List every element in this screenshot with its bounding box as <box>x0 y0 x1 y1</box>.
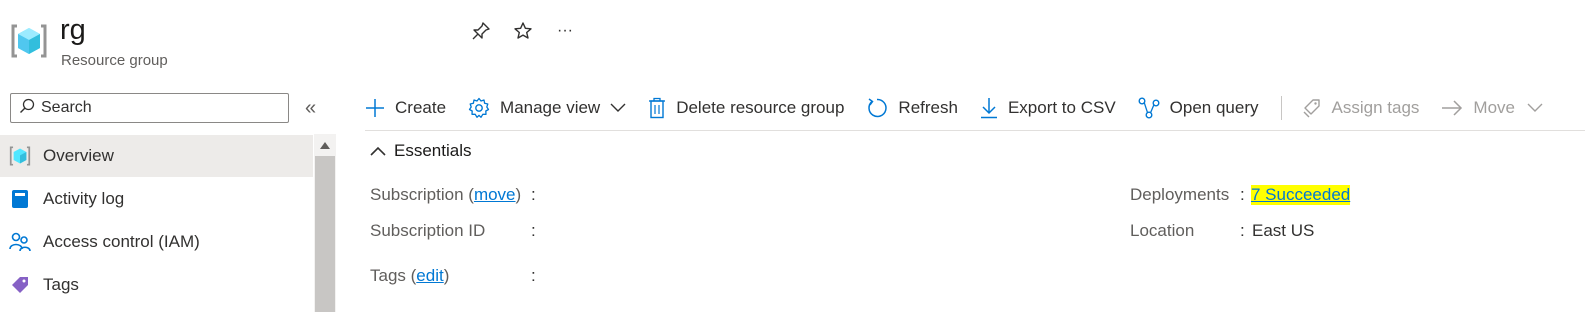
query-icon <box>1138 97 1160 119</box>
download-icon <box>980 98 997 119</box>
tag-outline-icon <box>1303 99 1320 118</box>
subscription-label: Subscription (move) <box>370 185 522 204</box>
manage-view-label: Manage view <box>500 98 601 117</box>
collapse-sidebar-button[interactable]: « <box>305 97 316 119</box>
sidebar-item-label: Tags <box>43 275 79 294</box>
page-title: rg <box>60 14 86 46</box>
search-box[interactable] <box>10 93 289 123</box>
star-icon[interactable] <box>510 18 536 44</box>
gear-icon <box>468 97 490 118</box>
open-query-button[interactable]: Open query <box>1138 97 1259 119</box>
export-label: Export to CSV <box>1007 98 1116 117</box>
activity-log-icon <box>9 188 31 210</box>
tags-colon: : <box>531 266 536 285</box>
delete-resource-group-button[interactable]: Delete resource group <box>648 97 844 119</box>
toolbar-divider <box>1280 96 1282 120</box>
resource-group-icon <box>10 22 48 60</box>
search-input[interactable] <box>41 99 271 117</box>
location-value: East US <box>1252 221 1315 240</box>
tag-icon <box>9 274 31 296</box>
move-button[interactable]: Move <box>1441 98 1543 118</box>
edit-tags-link[interactable]: edit <box>416 266 443 285</box>
assign-tags-button[interactable]: Assign tags <box>1302 97 1420 119</box>
command-bar: Create Manage view Delete resource group… <box>365 89 1565 127</box>
more-icon[interactable]: ··· <box>552 18 578 44</box>
location-colon: : <box>1240 221 1245 240</box>
chevron-down-icon <box>610 103 626 112</box>
move-label: Move <box>1473 98 1515 117</box>
chevron-down-icon <box>1527 103 1543 112</box>
refresh-button[interactable]: Refresh <box>866 97 958 119</box>
sidebar-item-label: Activity log <box>43 189 125 208</box>
create-label: Create <box>395 98 447 117</box>
plus-icon <box>366 99 384 117</box>
manage-view-button[interactable]: Manage view <box>468 97 626 119</box>
chevron-up-icon <box>370 146 386 156</box>
create-button[interactable]: Create <box>365 98 446 118</box>
refresh-label: Refresh <box>898 98 958 117</box>
refresh-icon <box>868 98 888 118</box>
open-query-label: Open query <box>1169 98 1259 117</box>
search-icon <box>19 98 35 119</box>
resource-group-icon <box>9 145 31 167</box>
essentials-toggle[interactable]: Essentials <box>370 141 471 161</box>
assign-tags-label: Assign tags <box>1331 98 1420 117</box>
trash-icon <box>649 97 666 119</box>
people-icon <box>9 231 31 253</box>
page-subtitle: Resource group <box>61 52 168 69</box>
pin-icon[interactable] <box>468 18 494 44</box>
sidebar-item-access-control[interactable]: Access control (IAM) <box>0 221 313 263</box>
arrow-right-icon <box>1442 100 1463 116</box>
subscription-id-label: Subscription ID <box>370 221 486 240</box>
essentials-title: Essentials <box>394 141 472 160</box>
scroll-up-icon[interactable] <box>314 136 336 154</box>
location-label: Location <box>1130 221 1195 240</box>
sidebar-item-label: Overview <box>43 146 114 165</box>
toolbar-divider-line <box>365 130 1585 131</box>
deployments-label: Deployments <box>1130 185 1230 204</box>
deployments-link[interactable]: 7 Succeeded <box>1251 185 1351 205</box>
sidebar-item-tags[interactable]: Tags <box>0 264 313 306</box>
sidebar-item-activity-log[interactable]: Activity log <box>0 178 313 220</box>
sidebar-item-overview[interactable]: Overview <box>0 135 313 177</box>
scrollbar-thumb[interactable] <box>315 156 335 312</box>
export-csv-button[interactable]: Export to CSV <box>980 97 1116 119</box>
subscription-id-colon: : <box>531 221 536 240</box>
move-subscription-link[interactable]: move <box>474 185 516 204</box>
delete-label: Delete resource group <box>676 98 845 117</box>
deployments-colon: : <box>1240 185 1245 204</box>
tags-label: Tags (edit) <box>370 266 450 285</box>
sidebar-item-label: Access control (IAM) <box>43 232 200 251</box>
subscription-colon: : <box>531 185 536 204</box>
